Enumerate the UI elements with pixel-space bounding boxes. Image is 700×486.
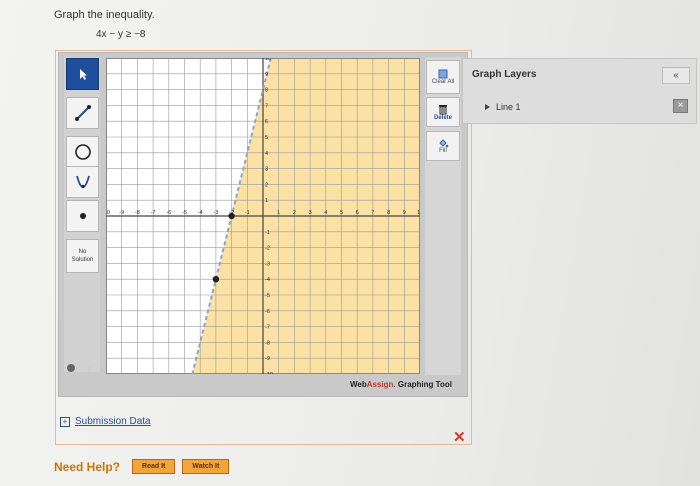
- pointer-tool-button[interactable]: [66, 58, 99, 90]
- y-tick-label: 8: [265, 88, 268, 94]
- x-tick-label: 10: [417, 210, 420, 216]
- point-tool-button[interactable]: [66, 200, 99, 232]
- no-solution-button[interactable]: No Solution: [66, 239, 99, 273]
- x-tick-label: 7: [371, 210, 374, 216]
- layer-item-label: Line 1: [496, 102, 521, 112]
- clear-all-button[interactable]: Clear All: [426, 60, 460, 94]
- y-tick-label: 6: [265, 119, 268, 125]
- y-tick-label: 10: [265, 58, 271, 62]
- help-label: Help: [77, 364, 92, 372]
- delete-layer-icon[interactable]: ×: [673, 99, 688, 113]
- delete-button[interactable]: Delete: [426, 97, 460, 127]
- x-tick-label: 5: [340, 210, 343, 216]
- read-it-button[interactable]: Read It: [132, 459, 176, 474]
- point-icon: [79, 213, 86, 219]
- question-title: Graph the inequality.: [54, 9, 155, 21]
- x-tick-label: 1: [277, 210, 280, 216]
- circle-icon: [74, 144, 91, 160]
- line-tool-button[interactable]: [66, 97, 99, 129]
- help-icon: [67, 364, 75, 372]
- x-tick-label: -3: [213, 210, 218, 216]
- y-tick-label: -8: [265, 340, 270, 346]
- parabola-tool-button[interactable]: [66, 166, 99, 198]
- graph-layers-panel: Graph Layers « Line 1 ×: [462, 58, 697, 124]
- y-tick-label: -3: [265, 261, 270, 267]
- fill-label: Fill: [439, 148, 447, 154]
- y-tick-label: -10: [265, 372, 273, 374]
- x-tick-label: 6: [356, 210, 359, 216]
- y-tick-label: 3: [265, 167, 268, 173]
- submission-data-toggle[interactable]: + Submission Data: [60, 416, 151, 427]
- plotted-point: [228, 212, 235, 220]
- y-tick-label: 9: [265, 72, 268, 78]
- webassign-brand: WebAssign. Graphing Tool: [350, 380, 452, 389]
- help-link[interactable]: Help: [67, 364, 91, 372]
- x-tick-label: -1: [245, 210, 250, 216]
- y-tick-label: -4: [265, 277, 270, 283]
- x-tick-label: 2: [293, 210, 296, 216]
- graph-layers-header: Graph Layers: [472, 69, 537, 80]
- fill-bucket-icon: [438, 139, 448, 148]
- clear-all-label: Clear All: [431, 79, 455, 85]
- line-segment-icon: [74, 105, 91, 121]
- expand-plus-icon: +: [60, 416, 70, 427]
- y-tick-label: -7: [265, 325, 270, 331]
- clear-all-icon: [438, 69, 448, 79]
- y-tick-label: -5: [265, 293, 270, 299]
- y-tick-label: 1: [265, 198, 268, 204]
- graph-canvas[interactable]: -10 -9 -8 -7 -6 -5 -4 -3 -2 -1 1 2 3 4 5 6 7 8 9 10 10 9 8 7 6 5 4…: [106, 58, 420, 374]
- x-tick-label: 9: [403, 210, 406, 216]
- need-help-label: Need Help?: [54, 459, 121, 474]
- y-tick-label: -1: [265, 230, 270, 236]
- no-solution-label-2: Solution: [71, 257, 94, 263]
- y-tick-label: -6: [265, 309, 270, 315]
- watch-it-button[interactable]: Watch It: [182, 459, 230, 474]
- x-tick-label: 8: [387, 210, 390, 216]
- circle-tool-button[interactable]: [66, 136, 99, 168]
- y-tick-label: 2: [265, 182, 268, 188]
- x-tick-label: -9: [119, 210, 124, 216]
- x-tick-label: -4: [198, 210, 203, 216]
- x-tick-label: -10: [106, 210, 110, 216]
- incorrect-x-icon: ✕: [453, 429, 466, 446]
- x-tick-label: -5: [182, 210, 187, 216]
- need-help-row: Need Help? Read It Watch It: [54, 459, 236, 474]
- plotted-point: [212, 276, 220, 283]
- y-tick-label: 5: [265, 135, 268, 141]
- y-tick-label: 7: [265, 103, 268, 109]
- x-tick-label: -7: [151, 210, 156, 216]
- x-tick-label: -8: [135, 210, 140, 216]
- x-tick-label: 3: [309, 210, 312, 216]
- fill-button[interactable]: Fill: [426, 131, 460, 161]
- x-tick-label: 4: [324, 210, 327, 216]
- layer-item[interactable]: Line 1: [485, 102, 521, 112]
- submission-data-label: Submission Data: [75, 416, 151, 427]
- x-tick-label: -6: [166, 210, 171, 216]
- no-solution-label-1: No: [78, 249, 87, 255]
- parabola-icon: [75, 175, 90, 189]
- y-tick-label: -9: [265, 356, 270, 362]
- trash-icon: [439, 104, 447, 114]
- arrow-pointer-icon: [79, 69, 87, 80]
- expand-triangle-icon: [485, 104, 490, 110]
- y-tick-label: 4: [265, 151, 268, 157]
- delete-label: Delete: [433, 114, 452, 121]
- collapse-panel-icon[interactable]: «: [662, 67, 690, 84]
- inequality-expression: 4x − y ≥ −8: [96, 29, 146, 40]
- y-tick-label: -2: [265, 246, 270, 252]
